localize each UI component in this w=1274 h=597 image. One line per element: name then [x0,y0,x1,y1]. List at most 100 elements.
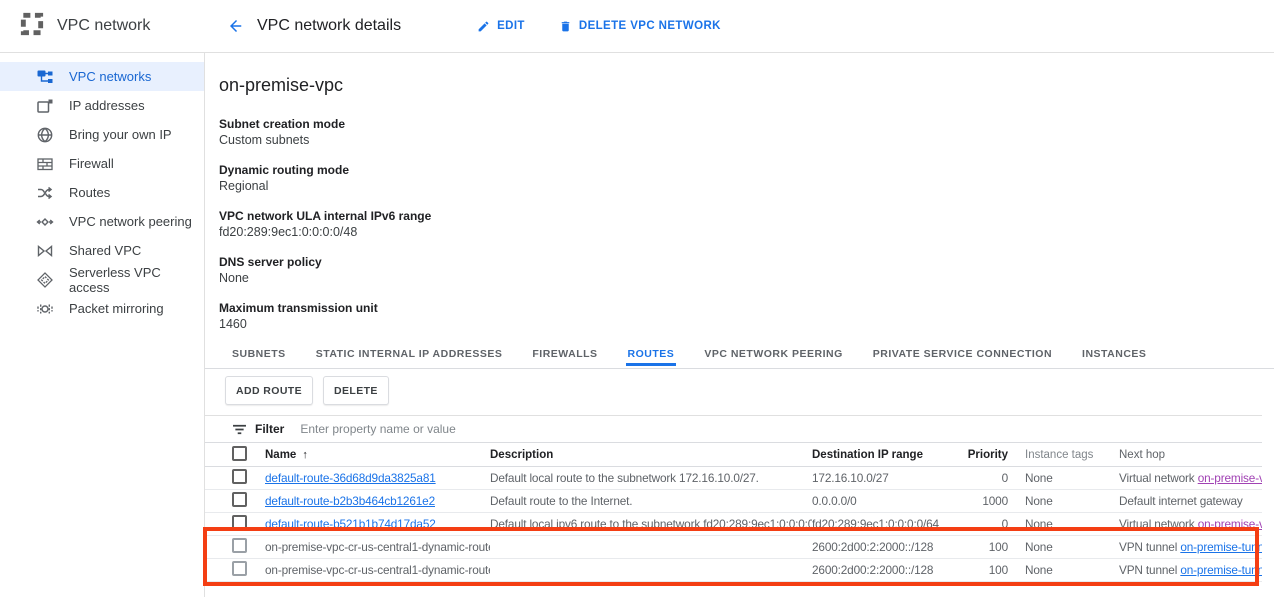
sidebar-item-ip-addresses[interactable]: IP addresses [0,91,204,120]
pencil-icon [477,20,490,33]
route-name: on-premise-vpc-cr-us-central1-dynamic-ro… [265,540,490,554]
layered-diamond-icon [36,271,54,289]
route-name-link[interactable]: default-route-b2b3b464cb1261e2 [265,494,435,508]
route-instance-tags: None [1008,494,1119,508]
route-destination: 2600:2d00:2:2000::/128 [812,540,960,554]
vpc-network-logo-icon [19,11,45,42]
back-button[interactable] [223,13,249,39]
sidebar-item-bring-your-own-ip[interactable]: Bring your own IP [0,120,204,149]
sort-ascending-icon: ↑ [302,449,308,461]
column-header-description[interactable]: Description [490,449,812,461]
route-priority: 0 [960,471,1008,485]
row-checkbox[interactable] [232,538,247,553]
gcp-console: VPC network VPC network details EDIT DEL… [0,0,1274,597]
tab-routes[interactable]: ROUTES [626,345,677,366]
field-label: Subnet creation mode [219,117,431,132]
route-priority: 1000 [960,494,1008,508]
tab-vpc-network-peering[interactable]: VPC NETWORK PEERING [702,345,844,366]
table-row: default-route-36d68d9da3825a81 Default l… [205,467,1262,490]
crossed-arrows-icon [36,184,54,202]
routes-toolbar: ADD ROUTE DELETE [225,376,389,405]
product-brand: VPC network [0,11,205,42]
column-header-destination-ip-range[interactable]: Destination IP range [812,449,960,461]
field-value: 1460 [219,317,431,332]
filter-icon [232,422,247,437]
edit-button[interactable]: EDIT [477,20,525,33]
select-all-checkbox[interactable] [232,446,247,461]
field-value: fd20:289:9ec1:0:0:0:0/48 [219,225,431,240]
sidebar-item-firewall[interactable]: Firewall [0,149,204,178]
sidebar-item-label: Bring your own IP [69,127,172,142]
sidebar-item-label: Routes [69,185,110,200]
filter-label: Filter [255,422,284,436]
table-row: on-premise-vpc-cr-us-central1-dynamic-ro… [205,536,1262,559]
sidebar-item-vpc-networks[interactable]: VPC networks [0,62,204,91]
arrow-back-icon [227,17,245,35]
brick-wall-icon [36,155,54,173]
row-checkbox[interactable] [232,492,247,507]
network-nodes-icon [36,68,54,86]
route-description: Default local ipv6 route to the subnetwo… [490,517,812,531]
tab-instances[interactable]: INSTANCES [1080,345,1148,366]
globe-icon [36,126,54,144]
row-checkbox[interactable] [232,515,247,530]
sidebar: VPC networks IP addresses Bring your own… [0,53,205,597]
filter-input[interactable] [298,421,1262,437]
tab-firewalls[interactable]: FIREWALLS [530,345,599,366]
sidebar-item-serverless-vpc-access[interactable]: Serverless VPC access [0,265,204,294]
sidebar-item-packet-mirroring[interactable]: Packet mirroring [0,294,204,323]
field-value: None [219,271,431,286]
field-value: Custom subnets [219,133,431,148]
sidebar-item-routes[interactable]: Routes [0,178,204,207]
table-row: on-premise-vpc-cr-us-central1-dynamic-ro… [205,559,1262,582]
sidebar-item-vpc-network-peering[interactable]: VPC network peering [0,207,204,236]
row-checkbox[interactable] [232,469,247,484]
vpc-name-heading: on-premise-vpc [219,75,431,95]
sidebar-item-shared-vpc[interactable]: Shared VPC [0,236,204,265]
table-row: default-route-b2b3b464cb1261e2 Default r… [205,490,1262,513]
trash-icon [559,20,572,33]
table-row: default-route-b521b1b74d17da52 Default l… [205,513,1262,536]
route-next-hop: VPN tunnel on-premise-tunnel-1 [1119,563,1262,577]
field-value: Regional [219,179,431,194]
field-label: DNS server policy [219,255,431,270]
next-hop-link[interactable]: on-premise-vpc [1198,471,1262,485]
next-hop-link[interactable]: on-premise-vpc [1198,517,1262,531]
tab-private-service-connection[interactable]: PRIVATE SERVICE CONNECTION [871,345,1054,366]
product-title: VPC network [57,17,150,35]
route-description: Default route to the Internet. [490,494,812,508]
tab-subnets[interactable]: SUBNETS [230,345,288,366]
sidebar-item-label: VPC networks [69,69,151,84]
bowtie-icon [36,242,54,260]
route-instance-tags: None [1008,540,1119,554]
detail-field: Subnet creation mode Custom subnets [219,117,431,148]
sidebar-item-label: Packet mirroring [69,301,164,316]
delete-route-button[interactable]: DELETE [323,376,389,405]
route-destination: 172.16.10.0/27 [812,471,960,485]
route-next-hop: Virtual network on-premise-vpc [1119,471,1262,485]
route-next-hop: VPN tunnel on-premise-tunnel0 [1119,540,1262,554]
sidebar-item-label: VPC network peering [69,214,192,229]
next-hop-link[interactable]: on-premise-tunnel0 [1180,540,1262,554]
next-hop-link[interactable]: on-premise-tunnel-1 [1180,563,1262,577]
tab-bar: SUBNETS STATIC INTERNAL IP ADDRESSES FIR… [205,345,1274,369]
route-name-link[interactable]: default-route-36d68d9da3825a81 [265,471,436,485]
diamond-arrows-icon [36,213,54,231]
row-checkbox[interactable] [232,561,247,576]
route-priority: 100 [960,540,1008,554]
sidebar-item-label: Serverless VPC access [69,265,204,295]
route-instance-tags: None [1008,563,1119,577]
column-header-name[interactable]: Name↑ [265,449,490,461]
routes-table: Name↑ Description Destination IP range P… [205,442,1262,582]
tab-static-internal-ip-addresses[interactable]: STATIC INTERNAL IP ADDRESSES [314,345,505,366]
detail-field: VPC network ULA internal IPv6 range fd20… [219,209,431,240]
add-route-button[interactable]: ADD ROUTE [225,376,313,405]
column-header-priority[interactable]: Priority [960,449,1008,461]
route-name-link[interactable]: default-route-b521b1b74d17da52 [265,517,436,531]
route-next-hop: Virtual network on-premise-vpc [1119,517,1262,531]
filter-bar: Filter [205,415,1262,442]
route-name: on-premise-vpc-cr-us-central1-dynamic-ro… [265,563,490,577]
detail-field: DNS server policy None [219,255,431,286]
delete-vpc-network-button[interactable]: DELETE VPC NETWORK [559,20,721,33]
main-content: on-premise-vpc Subnet creation mode Cust… [205,53,1274,597]
